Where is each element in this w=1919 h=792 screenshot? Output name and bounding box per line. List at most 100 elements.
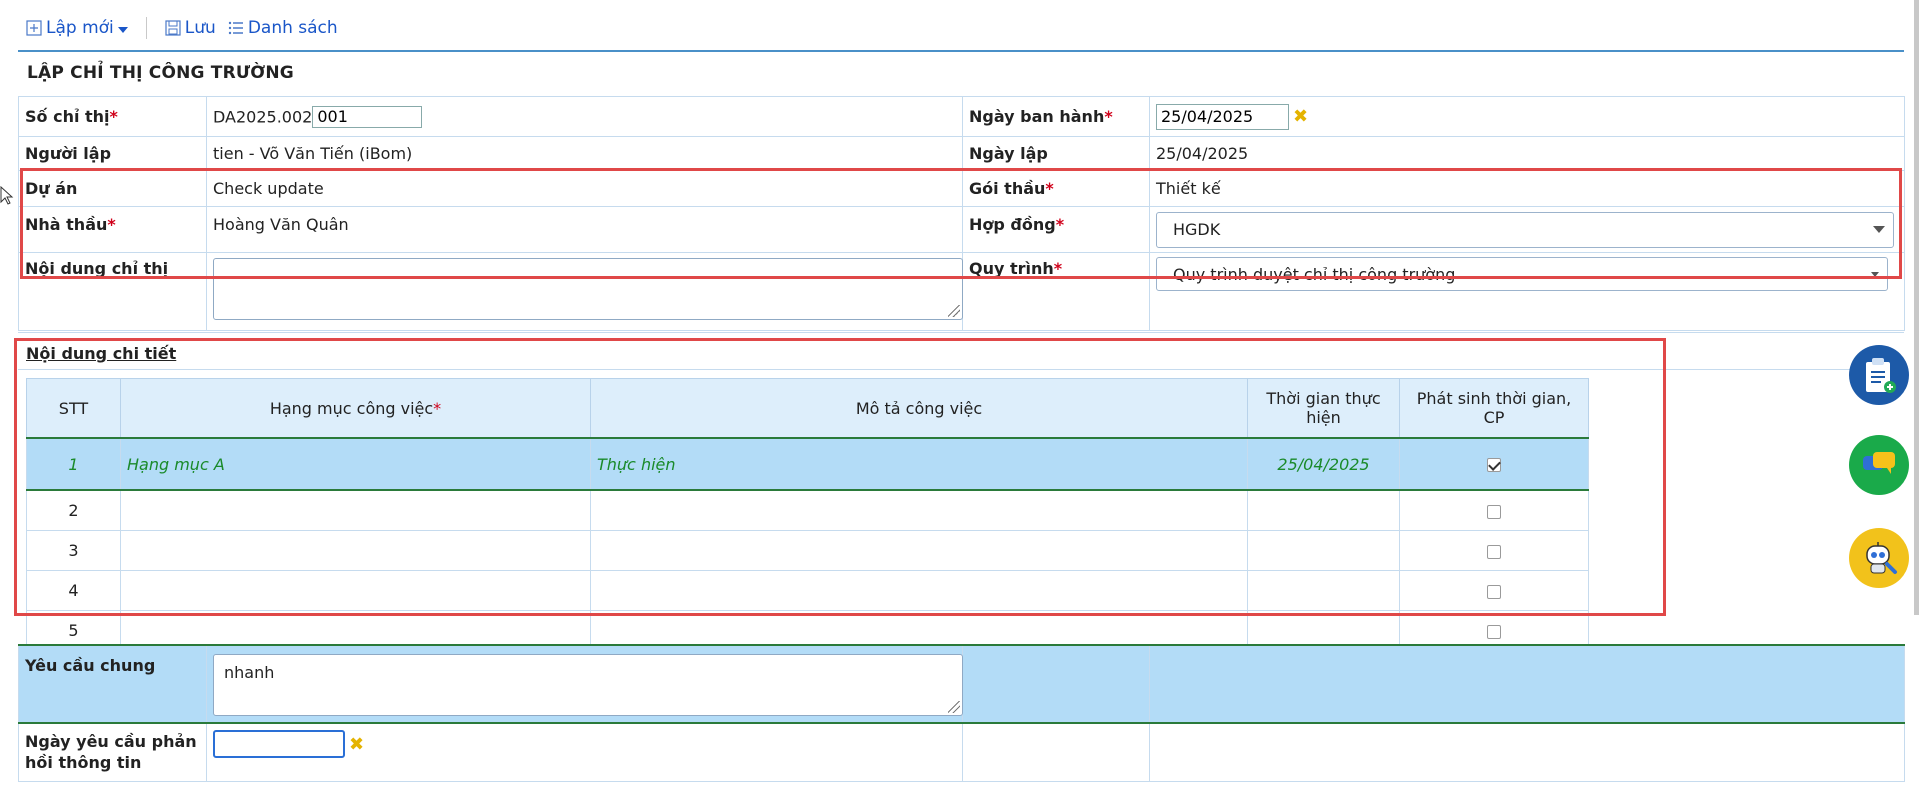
- form-row: Nội dung chỉ thị Quy trình* Quy trình du…: [18, 252, 1905, 331]
- table-row[interactable]: 2: [26, 489, 1589, 531]
- goi-thau-value: Thiết kế: [1149, 170, 1905, 207]
- phat-sinh-checkbox[interactable]: [1487, 504, 1501, 519]
- clear-date-icon[interactable]: ✖: [1293, 106, 1308, 127]
- form-row: Số chỉ thị* DA2025.002 Ngày ban hành* ✖: [18, 96, 1905, 137]
- ngay-ban-hanh-label: Ngày ban hành*: [962, 96, 1150, 137]
- yeu-cau-chung-textarea[interactable]: nhanh: [213, 654, 963, 716]
- phat-sinh-checkbox[interactable]: [1487, 458, 1501, 472]
- phat-sinh-checkbox[interactable]: [1487, 544, 1501, 559]
- phat-sinh-checkbox[interactable]: [1487, 624, 1501, 639]
- list-button[interactable]: Danh sách: [228, 18, 338, 38]
- noi-dung-textarea[interactable]: [213, 258, 963, 320]
- cell-hang-muc[interactable]: [120, 570, 591, 611]
- empty-cell: [1149, 722, 1905, 782]
- dropdown-caret-icon: [1871, 271, 1879, 277]
- form-row: Yêu cầu chung nhanh: [18, 644, 1905, 724]
- plus-square-icon: [26, 20, 42, 36]
- column-header-stt: STT: [26, 378, 121, 439]
- quy-trinh-selected: Quy trình duyệt chỉ thị công trường: [1173, 264, 1456, 284]
- ngay-lap-value: 25/04/2025: [1149, 136, 1905, 171]
- chat-icon: [1863, 452, 1895, 474]
- ngay-ban-hanh-input[interactable]: [1156, 103, 1289, 130]
- hop-dong-label: Hợp đồng*: [962, 206, 1150, 253]
- empty-cell: [1149, 644, 1905, 724]
- cell-thoi-gian[interactable]: [1247, 489, 1400, 531]
- nguoi-lap-value: tien - Võ Văn Tiến (iBom): [206, 136, 963, 171]
- column-header-phat-sinh: Phát sinh thời gian, CP: [1399, 378, 1589, 439]
- detail-section-band: [18, 332, 1904, 370]
- empty-cell: [962, 644, 1150, 724]
- table-row[interactable]: 1 Hạng mục A Thực hiện 25/04/2025: [26, 437, 1589, 491]
- cell-mo-ta[interactable]: [590, 489, 1248, 531]
- cell-hang-muc[interactable]: [120, 530, 591, 571]
- table-row[interactable]: 4: [26, 570, 1589, 611]
- robot-support-icon: [1866, 542, 1897, 574]
- toolbar-divider: [145, 17, 147, 39]
- cell-stt: 1: [26, 437, 121, 491]
- list-icon: [228, 21, 243, 35]
- save-button[interactable]: Lưu: [165, 18, 216, 38]
- new-button[interactable]: Lập mới: [26, 18, 128, 38]
- form-row: Nhà thầu* Hoàng Văn Quân Hợp đồng* HGDK: [18, 206, 1905, 253]
- form-row: Ngày yêu cầu phản hồi thông tin ✖: [18, 722, 1905, 782]
- clear-date-icon[interactable]: ✖: [349, 734, 364, 755]
- toolbar-separator: [18, 50, 1904, 52]
- form-row: Người lập tien - Võ Văn Tiến (iBom) Ngày…: [18, 136, 1905, 171]
- ngay-lap-label: Ngày lập: [962, 136, 1150, 171]
- chat-button[interactable]: [1849, 435, 1909, 495]
- table-header-row: STT Hạng mục công việc* Mô tả công việc …: [26, 378, 1589, 439]
- ngay-yeu-cau-input[interactable]: [213, 730, 345, 758]
- ngay-yeu-cau-label: Ngày yêu cầu phản hồi thông tin: [18, 722, 207, 782]
- cell-mo-ta[interactable]: Thực hiện: [590, 437, 1248, 491]
- so-chi-thi-input[interactable]: [312, 105, 423, 128]
- cell-hang-muc[interactable]: [120, 489, 591, 531]
- nha-thau-label: Nhà thầu*: [18, 206, 207, 253]
- table-row[interactable]: 3: [26, 530, 1589, 571]
- cell-phat-sinh: [1399, 489, 1589, 531]
- cell-phat-sinh: [1399, 530, 1589, 571]
- column-header-hang-muc: Hạng mục công việc*: [120, 378, 591, 439]
- cell-thoi-gian[interactable]: 25/04/2025: [1247, 437, 1400, 491]
- cell-stt: 3: [26, 530, 121, 571]
- cell-thoi-gian[interactable]: [1247, 570, 1400, 611]
- hop-dong-select[interactable]: HGDK: [1156, 211, 1894, 248]
- cell-phat-sinh: [1399, 437, 1589, 491]
- empty-cell: [962, 722, 1150, 782]
- ngay-yeu-cau-cell: ✖: [206, 722, 963, 782]
- resize-grip-icon[interactable]: [948, 305, 960, 317]
- cell-phat-sinh: [1399, 570, 1589, 611]
- new-button-label: Lập mới: [46, 18, 114, 38]
- mouse-cursor-icon: [0, 186, 14, 205]
- quy-trinh-label: Quy trình*: [962, 252, 1150, 331]
- so-chi-thi-cell: DA2025.002: [206, 96, 963, 137]
- yeu-cau-chung-label: Yêu cầu chung: [18, 644, 207, 724]
- resize-grip-icon[interactable]: [948, 701, 960, 713]
- add-document-button[interactable]: [1849, 345, 1909, 405]
- phat-sinh-checkbox[interactable]: [1487, 584, 1501, 599]
- cell-mo-ta[interactable]: [590, 530, 1248, 571]
- noi-dung-cell: [206, 252, 963, 331]
- quy-trinh-cell: Quy trình duyệt chỉ thị công trường: [1149, 252, 1905, 331]
- cell-thoi-gian[interactable]: [1247, 530, 1400, 571]
- cell-stt: 2: [26, 489, 121, 531]
- nha-thau-value: Hoàng Văn Quân: [206, 206, 963, 253]
- page-title: LẬP CHỈ THỊ CÔNG TRƯỜNG: [27, 63, 294, 83]
- clipboard-add-icon: [1866, 358, 1896, 393]
- goi-thau-label: Gói thầu*: [962, 170, 1150, 207]
- vertical-scrollbar[interactable]: [1914, 0, 1919, 615]
- quy-trinh-select[interactable]: Quy trình duyệt chỉ thị công trường: [1156, 257, 1888, 291]
- list-button-label: Danh sách: [247, 18, 338, 38]
- chevron-down-icon: [117, 27, 128, 33]
- save-icon: [165, 20, 181, 36]
- bottom-form: Yêu cầu chung nhanh Ngày yêu cầu phản hồ…: [18, 644, 1905, 782]
- cell-hang-muc[interactable]: Hạng mục A: [120, 437, 591, 491]
- save-button-label: Lưu: [184, 18, 216, 38]
- support-bot-button[interactable]: [1849, 528, 1909, 588]
- form-row: Dự án Check update Gói thầu* Thiết kế: [18, 170, 1905, 207]
- noi-dung-label: Nội dung chỉ thị: [18, 252, 207, 331]
- hop-dong-selected: HGDK: [1173, 220, 1221, 239]
- column-header-thoi-gian: Thời gian thực hiện: [1247, 378, 1400, 439]
- cell-mo-ta[interactable]: [590, 570, 1248, 611]
- yeu-cau-chung-cell: nhanh: [206, 644, 963, 724]
- header-form: Số chỉ thị* DA2025.002 Ngày ban hành* ✖ …: [18, 96, 1905, 331]
